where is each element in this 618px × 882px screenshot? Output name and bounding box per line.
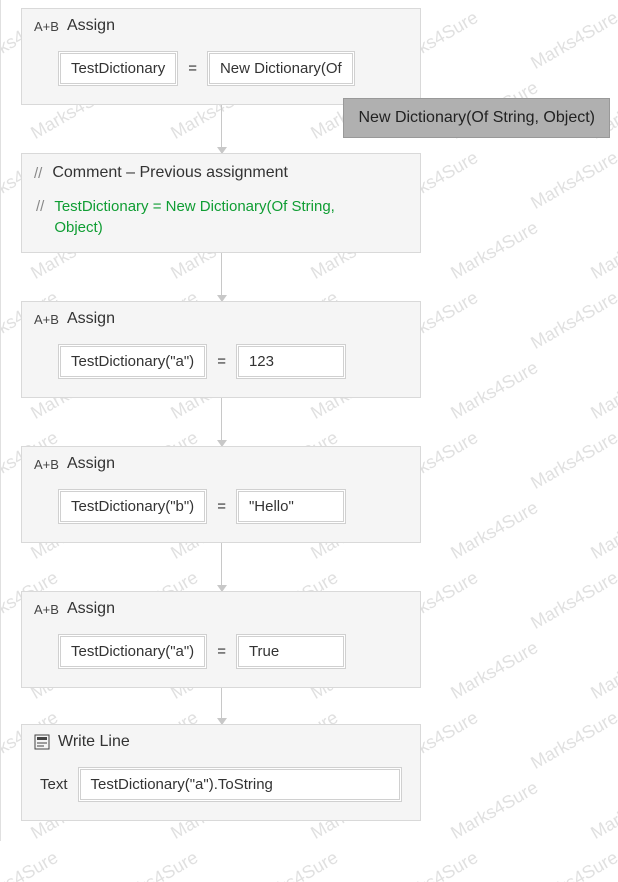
ab-label: A+B bbox=[34, 602, 59, 617]
ab-label: A+B bbox=[34, 19, 59, 34]
assign-right-input[interactable]: New Dictionary(Of bbox=[207, 51, 355, 86]
write-line-activity[interactable]: Write Line Text TestDictionary("a").ToSt… bbox=[21, 724, 421, 821]
assign-activity-3[interactable]: A+B Assign TestDictionary("b") = "Hello" bbox=[21, 446, 421, 543]
equals-sign: = bbox=[215, 643, 228, 660]
assign-right-input[interactable]: "Hello" bbox=[236, 489, 346, 524]
assign-activity-1[interactable]: A+B Assign TestDictionary = New Dictiona… bbox=[21, 8, 421, 105]
ab-label: A+B bbox=[34, 312, 59, 327]
equals-sign: = bbox=[186, 60, 199, 77]
assign-left-input[interactable]: TestDictionary("a") bbox=[58, 634, 207, 669]
comment-text: TestDictionary = New Dictionary(Of Strin… bbox=[54, 196, 384, 238]
assign-activity-2[interactable]: A+B Assign TestDictionary("a") = 123 bbox=[21, 301, 421, 398]
comment-slash-icon: // bbox=[34, 165, 42, 182]
comment-activity[interactable]: // Comment – Previous assignment // Test… bbox=[21, 153, 421, 253]
flow-connector bbox=[221, 688, 222, 724]
assign-activity-4[interactable]: A+B Assign TestDictionary("a") = True bbox=[21, 591, 421, 688]
activity-title: Assign bbox=[67, 310, 115, 328]
assign-right-input[interactable]: 123 bbox=[236, 344, 346, 379]
write-line-text-input[interactable]: TestDictionary("a").ToString bbox=[78, 767, 402, 802]
assign-left-input[interactable]: TestDictionary("b") bbox=[58, 489, 207, 524]
equals-sign: = bbox=[215, 498, 228, 515]
assign-left-input[interactable]: TestDictionary bbox=[58, 51, 178, 86]
flow-connector bbox=[221, 543, 222, 591]
assign-left-input[interactable]: TestDictionary("a") bbox=[58, 344, 207, 379]
flow-connector bbox=[221, 253, 222, 301]
comment-slash-icon: // bbox=[36, 196, 44, 238]
ab-label: A+B bbox=[34, 457, 59, 472]
comment-title: Comment – Previous assignment bbox=[52, 164, 288, 182]
expression-tooltip: New Dictionary(Of String, Object) bbox=[343, 98, 610, 138]
equals-sign: = bbox=[215, 353, 228, 370]
activity-title: Assign bbox=[67, 455, 115, 473]
activity-title: Write Line bbox=[58, 733, 130, 751]
text-label: Text bbox=[40, 776, 68, 793]
write-line-icon bbox=[34, 734, 50, 750]
flow-connector bbox=[221, 105, 222, 153]
assign-right-input[interactable]: True bbox=[236, 634, 346, 669]
activity-title: Assign bbox=[67, 600, 115, 618]
activity-title: Assign bbox=[67, 17, 115, 35]
flow-connector bbox=[221, 398, 222, 446]
